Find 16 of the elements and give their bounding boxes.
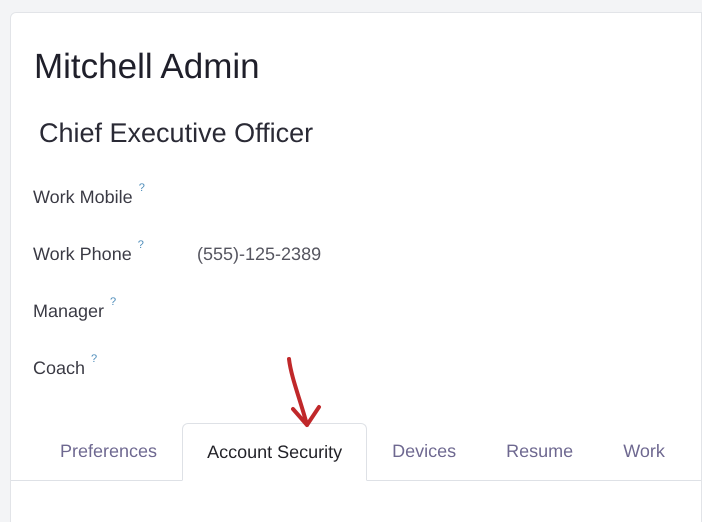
help-tooltip[interactable]: ?	[110, 294, 116, 310]
field-value: (555)-125-2389	[197, 243, 322, 266]
tab[interactable]: Devices	[367, 422, 482, 480]
tab[interactable]: Resume	[481, 422, 598, 480]
tab[interactable]: Preferences	[35, 422, 182, 480]
job-title: Chief Executive Officer	[39, 117, 314, 150]
tab[interactable]: Account Security	[182, 423, 368, 481]
employee-name: Mitchell Admin	[34, 46, 260, 88]
field-label: Coach	[33, 357, 86, 380]
help-tooltip[interactable]: ?	[138, 237, 144, 254]
help-tooltip[interactable]: ?	[91, 351, 98, 368]
field-label: Manager	[33, 300, 104, 323]
help-tooltip[interactable]: ?	[138, 180, 145, 196]
field-label: Work Mobile	[33, 186, 133, 209]
field-label: Work Phone	[33, 243, 132, 266]
tab[interactable]: Work	[598, 422, 690, 480]
